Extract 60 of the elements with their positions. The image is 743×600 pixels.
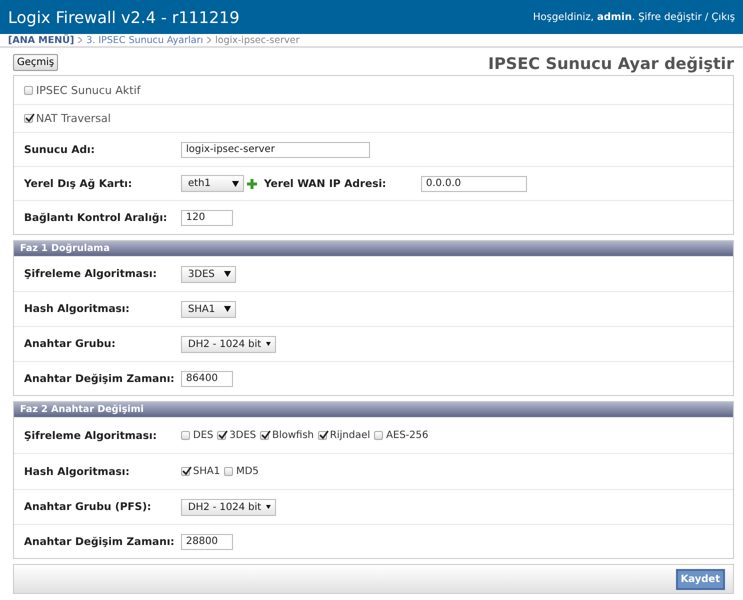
input-field[interactable]: 86400 (181, 370, 233, 386)
checkbox[interactable] (24, 86, 33, 94)
select-dropdown[interactable]: SHA1 (181, 300, 236, 318)
breadcrumb-separator-icon (78, 34, 82, 46)
select-dropdown[interactable]: eth1 (181, 175, 244, 192)
field-label: Anahtar Grubu: (24, 338, 117, 350)
field-label: Anahtar Değişim Zamanı: (24, 536, 176, 548)
page-title: IPSEC Sunucu Ayar değiştir (488, 54, 734, 73)
field-label: Hash Algoritması: (24, 466, 131, 478)
section-header: Faz 2 Anahtar Değişimi (14, 402, 733, 417)
separator-text: / (704, 12, 710, 22)
checkbox[interactable] (24, 114, 33, 123)
field-label: Hash Algoritması: (24, 303, 131, 315)
checkbox[interactable] (217, 431, 226, 440)
field-label: Yerel Dış Ağ Kartı: (24, 178, 134, 190)
input-field[interactable]: 0.0.0.0 (421, 176, 527, 192)
breadcrumb-separator-icon (207, 34, 212, 46)
checkbox[interactable] (260, 431, 270, 440)
checkbox[interactable] (181, 431, 190, 440)
greeting-text: Hoşgeldiniz, admin. (532, 12, 636, 22)
input-field[interactable]: 120 (181, 210, 233, 226)
app-title: Logix Firewall v2.4 - r111219 (8, 8, 240, 26)
change-password-link[interactable]: Şifre değiştir (638, 12, 702, 22)
input-field[interactable]: logix-ipsec-server (181, 142, 370, 158)
checkbox-label: AES-256 (386, 430, 428, 441)
checkbox-label: MD5 (236, 466, 259, 477)
logout-link[interactable]: Çıkış (711, 12, 735, 22)
checkbox-label: 3DES (229, 430, 256, 441)
checkbox-label: Blowfish (272, 430, 314, 441)
caret-icon (266, 341, 271, 347)
field-label: Yerel WAN IP Adresi: (264, 178, 388, 190)
caret-icon (224, 306, 231, 312)
checkbox[interactable] (224, 467, 234, 476)
checkbox-label: SHA1 (193, 466, 220, 477)
select-dropdown[interactable]: 3DES (181, 266, 236, 282)
history-button[interactable]: Geçmiş (13, 54, 58, 71)
checkbox-label: DES (193, 430, 214, 441)
section-header: Faz 1 Doğrulama (14, 241, 733, 256)
caret-icon (224, 271, 231, 277)
checkbox-label: IPSEC Sunucu Aktif (36, 84, 141, 96)
field-label: Sunucu Adı: (24, 144, 96, 156)
field-label: Anahtar Grubu (PFS): (24, 501, 152, 513)
breadcrumb-link[interactable]: [ANA MENÜ] (8, 34, 74, 46)
caret-icon (266, 504, 271, 510)
breadcrumb-link[interactable]: logix-ipsec-server (215, 34, 300, 46)
checkbox-label: Rijndael (330, 430, 370, 441)
checkbox[interactable] (374, 431, 384, 440)
add-icon[interactable] (247, 178, 257, 188)
field-label: Anahtar Değişim Zamanı: (24, 372, 176, 384)
select-dropdown[interactable]: DH2 - 1024 bit (181, 498, 276, 516)
checkbox[interactable] (181, 467, 190, 476)
caret-icon (232, 180, 239, 186)
checkbox[interactable] (318, 431, 327, 440)
input-field[interactable]: 28800 (181, 534, 233, 550)
field-label: Şifreleme Algoritması: (24, 430, 158, 442)
checkbox-label: NAT Traversal (36, 112, 111, 125)
breadcrumb-link[interactable]: 3. IPSEC Sunucu Ayarları (86, 34, 204, 46)
field-label: Bağlantı Kontrol Aralığı: (24, 212, 168, 224)
field-label: Şifreleme Algoritması: (24, 268, 158, 280)
select-dropdown[interactable]: DH2 - 1024 bit (181, 336, 276, 352)
